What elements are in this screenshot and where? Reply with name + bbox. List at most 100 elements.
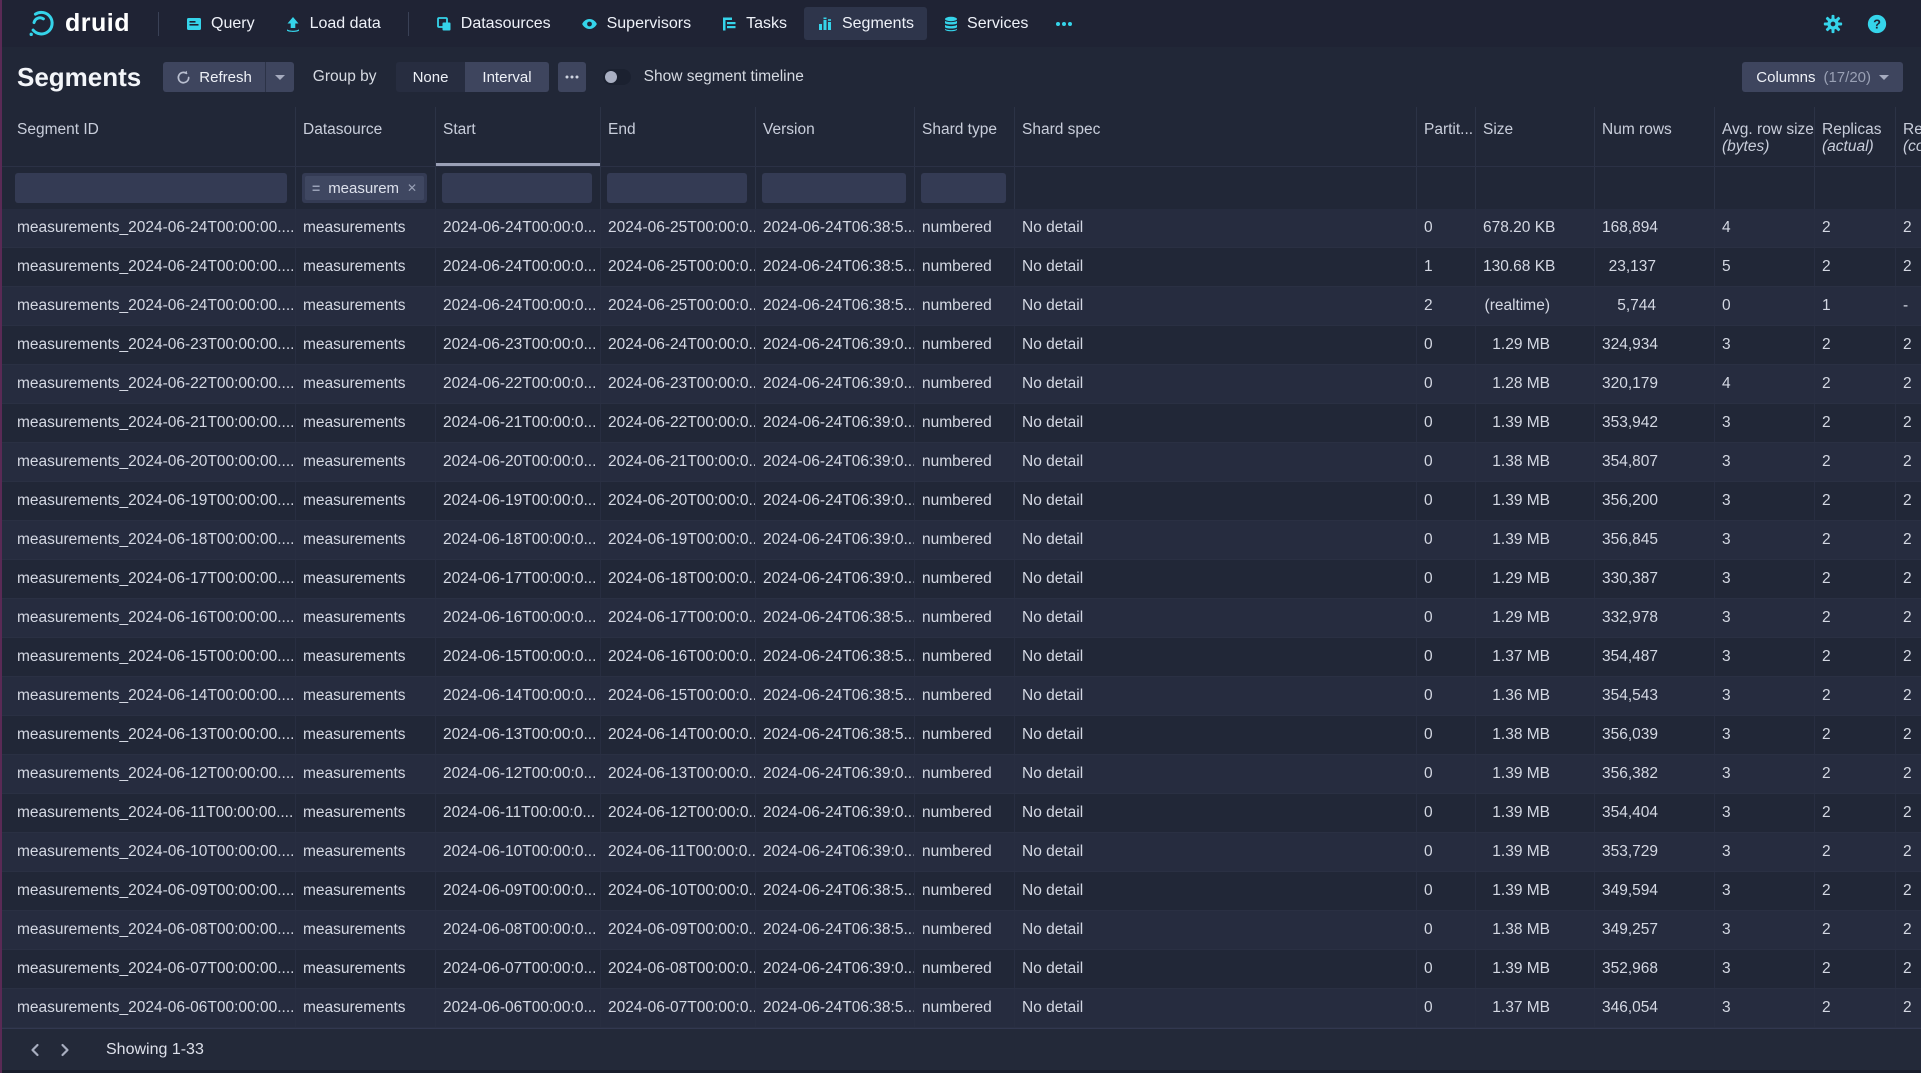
cell-size[interactable]: 1.28 MB (1476, 365, 1595, 403)
column-header-avg_row_size[interactable]: Avg. row size(bytes) (1715, 107, 1815, 166)
cell-num_rows[interactable]: 354,487 (1595, 638, 1715, 676)
cell-start[interactable]: 2024-06-19T00:00:0... (436, 482, 601, 520)
cell-version[interactable]: 2024-06-24T06:39:0... (756, 521, 915, 559)
cell-replicas[interactable]: 2 (1815, 872, 1896, 910)
cell-size[interactable]: 1.39 MB (1476, 482, 1595, 520)
cell-replication_factor[interactable]: 2 (1896, 365, 1921, 403)
cell-datasource[interactable]: measurements (296, 365, 436, 403)
column-header-shard_spec[interactable]: Shard spec (1015, 107, 1417, 166)
cell-shard_type[interactable]: numbered (915, 716, 1015, 754)
cell-num_rows[interactable]: 349,594 (1595, 872, 1715, 910)
cell-avg_row_size[interactable]: 3 (1715, 443, 1815, 481)
cell-shard_spec[interactable]: No detail (1015, 404, 1417, 442)
cell-segment_id[interactable]: measurements_2024-06-24T00:00:00.... (0, 209, 296, 247)
cell-avg_row_size[interactable]: 5 (1715, 248, 1815, 286)
cell-num_rows[interactable]: 320,179 (1595, 365, 1715, 403)
cell-replicas[interactable]: 2 (1815, 209, 1896, 247)
cell-end[interactable]: 2024-06-11T00:00:0... (601, 833, 756, 871)
cell-replication_factor[interactable]: 2 (1896, 755, 1921, 793)
cell-start[interactable]: 2024-06-07T00:00:0... (436, 950, 601, 988)
cell-replication_factor[interactable]: 2 (1896, 794, 1921, 832)
cell-segment_id[interactable]: measurements_2024-06-08T00:00:00.... (0, 911, 296, 949)
cell-shard_spec[interactable]: No detail (1015, 521, 1417, 559)
cell-replication_factor[interactable]: 2 (1896, 521, 1921, 559)
cell-start[interactable]: 2024-06-24T00:00:0... (436, 248, 601, 286)
nav-item-query[interactable]: Query (173, 7, 268, 40)
cell-size[interactable]: 1.39 MB (1476, 404, 1595, 442)
cell-num_rows[interactable]: 356,845 (1595, 521, 1715, 559)
cell-version[interactable]: 2024-06-24T06:38:5... (756, 599, 915, 637)
cell-segment_id[interactable]: measurements_2024-06-14T00:00:00.... (0, 677, 296, 715)
cell-end[interactable]: 2024-06-23T00:00:0... (601, 365, 756, 403)
nav-item-load-data[interactable]: Load data (272, 7, 394, 40)
cell-partition[interactable]: 0 (1417, 209, 1476, 247)
cell-num_rows[interactable]: 324,934 (1595, 326, 1715, 364)
cell-end[interactable]: 2024-06-21T00:00:0... (601, 443, 756, 481)
table-row[interactable]: measurements_2024-06-19T00:00:00....meas… (0, 482, 1921, 521)
cell-replicas[interactable]: 2 (1815, 989, 1896, 1027)
cell-version[interactable]: 2024-06-24T06:38:5... (756, 287, 915, 325)
cell-datasource[interactable]: measurements (296, 911, 436, 949)
cell-replication_factor[interactable]: 2 (1896, 677, 1921, 715)
cell-end[interactable]: 2024-06-10T00:00:0... (601, 872, 756, 910)
cell-version[interactable]: 2024-06-24T06:38:5... (756, 872, 915, 910)
cell-segment_id[interactable]: measurements_2024-06-24T00:00:00.... (0, 248, 296, 286)
cell-end[interactable]: 2024-06-19T00:00:0... (601, 521, 756, 559)
cell-avg_row_size[interactable]: 3 (1715, 833, 1815, 871)
cell-datasource[interactable]: measurements (296, 326, 436, 364)
cell-num_rows[interactable]: 356,039 (1595, 716, 1715, 754)
table-row[interactable]: measurements_2024-06-14T00:00:00....meas… (0, 677, 1921, 716)
cell-datasource[interactable]: measurements (296, 521, 436, 559)
cell-start[interactable]: 2024-06-20T00:00:0... (436, 443, 601, 481)
table-row[interactable]: measurements_2024-06-24T00:00:00....meas… (0, 287, 1921, 326)
cell-end[interactable]: 2024-06-09T00:00:0... (601, 911, 756, 949)
table-row[interactable]: measurements_2024-06-24T00:00:00....meas… (0, 248, 1921, 287)
column-header-replication_factor[interactable]: Replication factor(configured) (1896, 107, 1921, 166)
cell-partition[interactable]: 0 (1417, 716, 1476, 754)
cell-avg_row_size[interactable]: 3 (1715, 599, 1815, 637)
cell-segment_id[interactable]: measurements_2024-06-19T00:00:00.... (0, 482, 296, 520)
cell-shard_type[interactable]: numbered (915, 794, 1015, 832)
cell-segment_id[interactable]: measurements_2024-06-16T00:00:00.... (0, 599, 296, 637)
cell-replication_factor[interactable]: 2 (1896, 638, 1921, 676)
cell-size[interactable]: 1.36 MB (1476, 677, 1595, 715)
cell-partition[interactable]: 0 (1417, 872, 1476, 910)
cell-replication_factor[interactable]: 2 (1896, 248, 1921, 286)
nav-item-segments[interactable]: Segments (804, 7, 927, 40)
cell-end[interactable]: 2024-06-08T00:00:0... (601, 950, 756, 988)
cell-version[interactable]: 2024-06-24T06:38:5... (756, 716, 915, 754)
cell-size[interactable]: 1.39 MB (1476, 872, 1595, 910)
cell-num_rows[interactable]: 23,137 (1595, 248, 1715, 286)
cell-segment_id[interactable]: measurements_2024-06-18T00:00:00.... (0, 521, 296, 559)
cell-shard_type[interactable]: numbered (915, 872, 1015, 910)
cell-segment_id[interactable]: measurements_2024-06-24T00:00:00.... (0, 287, 296, 325)
cell-replication_factor[interactable]: 2 (1896, 989, 1921, 1027)
druid-logo[interactable]: druid (27, 9, 130, 39)
cell-shard_type[interactable]: numbered (915, 443, 1015, 481)
cell-shard_spec[interactable]: No detail (1015, 872, 1417, 910)
cell-datasource[interactable]: measurements (296, 404, 436, 442)
cell-num_rows[interactable]: 354,404 (1595, 794, 1715, 832)
cell-end[interactable]: 2024-06-18T00:00:0... (601, 560, 756, 598)
cell-segment_id[interactable]: measurements_2024-06-07T00:00:00.... (0, 950, 296, 988)
table-row[interactable]: measurements_2024-06-23T00:00:00....meas… (0, 326, 1921, 365)
cell-datasource[interactable]: measurements (296, 716, 436, 754)
cell-shard_spec[interactable]: No detail (1015, 911, 1417, 949)
cell-partition[interactable]: 2 (1417, 287, 1476, 325)
filter-input-segment_id[interactable] (15, 173, 287, 203)
cell-version[interactable]: 2024-06-24T06:39:0... (756, 950, 915, 988)
segment-timeline-toggle[interactable] (603, 69, 631, 85)
cell-shard_spec[interactable]: No detail (1015, 638, 1417, 676)
table-row[interactable]: measurements_2024-06-09T00:00:00....meas… (0, 872, 1921, 911)
cell-shard_type[interactable]: numbered (915, 638, 1015, 676)
next-page-button[interactable] (50, 1035, 80, 1065)
cell-partition[interactable]: 0 (1417, 677, 1476, 715)
cell-start[interactable]: 2024-06-21T00:00:0... (436, 404, 601, 442)
table-row[interactable]: measurements_2024-06-17T00:00:00....meas… (0, 560, 1921, 599)
table-row[interactable]: measurements_2024-06-22T00:00:00....meas… (0, 365, 1921, 404)
cell-end[interactable]: 2024-06-15T00:00:0... (601, 677, 756, 715)
cell-replication_factor[interactable]: 2 (1896, 443, 1921, 481)
cell-size[interactable]: 1.37 MB (1476, 989, 1595, 1027)
filter-input-datasource[interactable]: =measurem✕ (302, 173, 427, 203)
cell-replicas[interactable]: 2 (1815, 794, 1896, 832)
